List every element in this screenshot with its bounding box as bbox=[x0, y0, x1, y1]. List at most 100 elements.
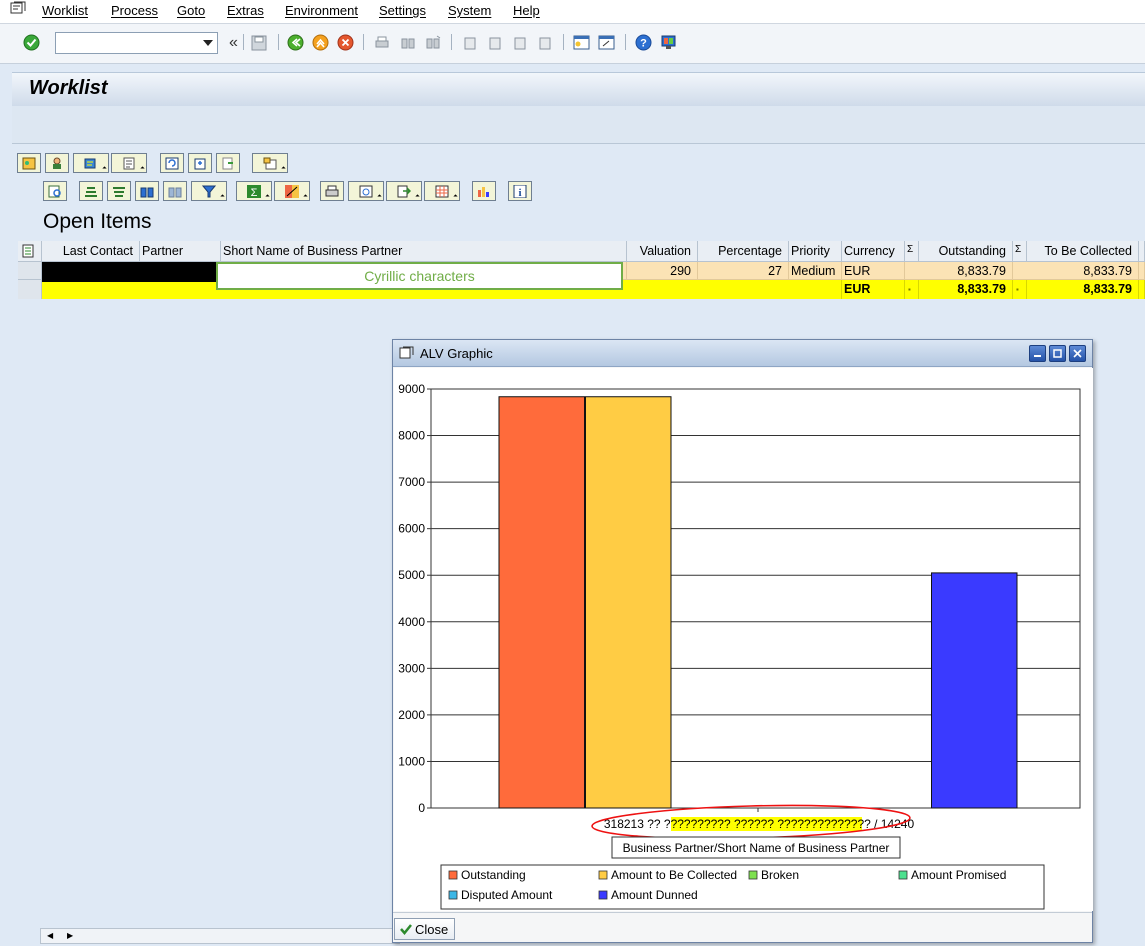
section-title: Open Items bbox=[43, 210, 152, 233]
total-indicator: ▪ bbox=[1013, 280, 1027, 299]
command-field[interactable] bbox=[55, 32, 218, 54]
column-header-last-contact[interactable]: Last Contact bbox=[42, 241, 140, 262]
first-page-icon[interactable] bbox=[460, 33, 479, 52]
menu-extras[interactable]: Extras bbox=[227, 3, 264, 18]
close-button[interactable]: Close bbox=[394, 918, 455, 940]
change-layout-menu-icon[interactable] bbox=[424, 181, 460, 201]
minimize-icon[interactable] bbox=[1029, 345, 1046, 362]
views-menu-icon[interactable] bbox=[348, 181, 384, 201]
sum-indicator: Σ bbox=[905, 241, 919, 262]
toolbar-separator bbox=[243, 34, 244, 50]
back-history-icon[interactable]: « bbox=[224, 33, 243, 52]
process-menu-icon[interactable] bbox=[73, 153, 109, 173]
last-page-icon[interactable] bbox=[535, 33, 554, 52]
menu-goto[interactable]: Goto bbox=[177, 3, 205, 18]
find-next-icon[interactable] bbox=[423, 33, 442, 52]
y-tick-label: 4000 bbox=[398, 615, 425, 629]
close-button-label: Close bbox=[415, 921, 449, 937]
find-next-icon[interactable] bbox=[163, 181, 187, 201]
column-header-outstanding[interactable]: Outstanding bbox=[919, 241, 1013, 262]
export-icon[interactable] bbox=[216, 153, 240, 173]
maximize-icon[interactable] bbox=[1049, 345, 1066, 362]
filter-menu-icon[interactable] bbox=[191, 181, 227, 201]
export-menu-icon[interactable] bbox=[386, 181, 422, 201]
scroll-right-icon[interactable]: ▶ bbox=[67, 931, 73, 940]
legend-swatch-broken bbox=[748, 870, 758, 880]
total-menu-icon[interactable]: Σ bbox=[236, 181, 272, 201]
legend-label-broken: Broken bbox=[761, 868, 799, 882]
column-header-priority[interactable]: Priority bbox=[789, 241, 842, 262]
column-header-short-name[interactable]: Short Name of Business Partner bbox=[221, 241, 627, 262]
subtotal-menu-icon[interactable] bbox=[274, 181, 310, 201]
row-selector[interactable] bbox=[18, 280, 42, 299]
cancel-icon[interactable] bbox=[336, 33, 355, 52]
print-preview-icon[interactable] bbox=[320, 181, 344, 201]
print-icon[interactable] bbox=[372, 33, 391, 52]
copy-icon[interactable] bbox=[188, 153, 212, 173]
enter-icon[interactable] bbox=[22, 33, 41, 52]
shortcut-icon[interactable] bbox=[597, 33, 616, 52]
find-icon[interactable] bbox=[398, 33, 417, 52]
dialog-title: ALV Graphic bbox=[420, 346, 493, 361]
legend-label-amount-dunned: Amount Dunned bbox=[611, 888, 698, 902]
menu-settings[interactable]: Settings bbox=[379, 3, 426, 18]
y-tick-label: 7000 bbox=[398, 475, 425, 489]
column-header-to-be-collected[interactable]: To Be Collected bbox=[1027, 241, 1139, 262]
chevron-down-icon[interactable] bbox=[203, 40, 213, 46]
toolbar-separator bbox=[451, 34, 452, 50]
layout-menu-icon[interactable] bbox=[659, 33, 678, 52]
application-toolbar bbox=[12, 106, 1145, 144]
next-page-icon[interactable] bbox=[510, 33, 529, 52]
y-tick-label: 3000 bbox=[398, 661, 425, 675]
help-icon[interactable]: ? bbox=[634, 33, 653, 52]
create-session-icon[interactable] bbox=[572, 33, 591, 52]
legend-label-disputed-amount: Disputed Amount bbox=[461, 888, 553, 902]
menu-help[interactable]: Help bbox=[513, 3, 540, 18]
details-icon[interactable] bbox=[43, 181, 67, 201]
bar-amount-to-be-collected[interactable] bbox=[585, 396, 672, 809]
menu-worklist[interactable]: Worklist bbox=[42, 3, 88, 18]
total-row bbox=[1139, 280, 1145, 299]
scroll-left-icon[interactable]: ◀ bbox=[47, 931, 53, 940]
row-selector[interactable] bbox=[18, 262, 42, 280]
x-category-label: 318213 ?? ?????????? ?????? ????????????… bbox=[604, 817, 915, 831]
total-outstanding: 8,833.79 bbox=[919, 280, 1013, 299]
y-tick-label: 0 bbox=[418, 801, 425, 815]
graphic-icon[interactable] bbox=[472, 181, 496, 201]
y-tick-label: 2000 bbox=[398, 708, 425, 722]
refresh-icon[interactable] bbox=[160, 153, 184, 173]
layout-menu-button[interactable] bbox=[252, 153, 288, 173]
close-icon[interactable] bbox=[1069, 345, 1086, 362]
column-header-valuation[interactable]: Valuation bbox=[627, 241, 698, 262]
column-header-partner[interactable]: Partner bbox=[140, 241, 221, 262]
worklist-details-icon[interactable] bbox=[17, 153, 41, 173]
bar-outstanding[interactable] bbox=[498, 396, 585, 809]
menu-system[interactable]: System bbox=[448, 3, 491, 18]
document-menu-icon[interactable] bbox=[111, 153, 147, 173]
menu-bar: Worklist Process Goto Extras Environment… bbox=[0, 0, 1145, 24]
column-header-currency[interactable]: Currency bbox=[842, 241, 905, 262]
horizontal-scrollbar[interactable]: ◀ ▶ bbox=[40, 928, 400, 944]
menu-environment[interactable]: Environment bbox=[285, 3, 358, 18]
bar-amount-dunned[interactable] bbox=[931, 572, 1018, 809]
check-icon bbox=[400, 924, 412, 935]
column-settings-icon[interactable] bbox=[18, 241, 42, 262]
exit-icon[interactable] bbox=[311, 33, 330, 52]
information-icon[interactable]: i bbox=[508, 181, 532, 201]
sort-descending-icon[interactable] bbox=[107, 181, 131, 201]
save-icon[interactable] bbox=[249, 33, 268, 52]
column-header-percentage[interactable]: Percentage bbox=[698, 241, 789, 262]
sort-ascending-icon[interactable] bbox=[79, 181, 103, 201]
cell-currency: EUR bbox=[842, 262, 905, 280]
find-icon[interactable] bbox=[135, 181, 159, 201]
back-icon[interactable] bbox=[286, 33, 305, 52]
legend-swatch-amount-to-be-collected bbox=[598, 870, 608, 880]
cell-valuation: 290 bbox=[627, 262, 698, 280]
partner-icon[interactable] bbox=[45, 153, 69, 173]
dialog-title-bar[interactable]: ALV Graphic bbox=[393, 340, 1092, 367]
cyrillic-annotation: Cyrillic characters bbox=[216, 262, 623, 290]
menu-process[interactable]: Process bbox=[111, 3, 158, 18]
menu-icon[interactable] bbox=[10, 1, 26, 15]
dialog-menu-icon[interactable] bbox=[399, 346, 414, 359]
previous-page-icon[interactable] bbox=[485, 33, 504, 52]
